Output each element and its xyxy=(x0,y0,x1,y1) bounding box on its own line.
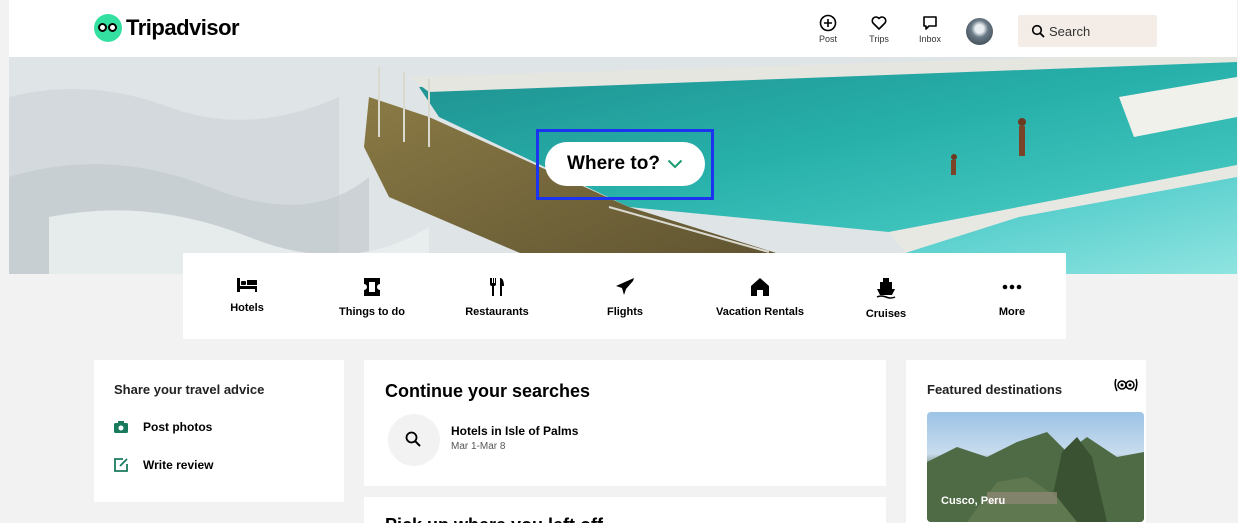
write-review-label: Write review xyxy=(143,458,214,472)
travelers-choice-badge-icon xyxy=(1114,378,1138,392)
edit-icon xyxy=(114,458,128,472)
category-bar: Hotels Things to do Restaurants Flights xyxy=(183,253,1066,339)
category-cruises[interactable]: Cruises xyxy=(821,277,951,320)
heart-icon xyxy=(871,16,887,30)
tripadvisor-logo[interactable]: Tripadvisor xyxy=(94,14,240,42)
post-photos-label: Post photos xyxy=(143,420,213,434)
brand-name: Tripadvisor xyxy=(126,15,240,40)
where-to-button[interactable]: Where to? xyxy=(545,142,705,186)
share-title: Share your travel advice xyxy=(114,382,265,397)
write-review-link[interactable]: Write review xyxy=(114,458,213,472)
category-flights-label: Flights xyxy=(606,306,644,318)
where-to-label: Where to? xyxy=(567,153,660,174)
top-header: Tripadvisor Post Trips Inbox Search xyxy=(9,0,1237,57)
featured-title: Featured destinations xyxy=(927,382,1063,397)
recent-search-title[interactable]: Hotels in Isle of Palms xyxy=(451,424,578,438)
search-icon xyxy=(1031,24,1045,38)
page: Tripadvisor Post Trips Inbox Search Wher… xyxy=(9,0,1237,523)
fork-knife-icon xyxy=(490,278,504,296)
recent-search-dates: Mar 1-Mar 8 xyxy=(451,441,506,452)
nav-post-label: Post xyxy=(818,34,837,44)
ticket-icon xyxy=(364,278,380,296)
category-things-to-do-label: Things to do xyxy=(339,306,405,318)
category-hotels[interactable]: Hotels xyxy=(182,277,312,314)
post-photos-link[interactable]: Post photos xyxy=(114,420,212,434)
destination-caption: Cusco, Peru xyxy=(941,495,1006,507)
category-more[interactable]: More xyxy=(947,277,1077,318)
pick-up-title: Pick up where you left off xyxy=(385,515,603,523)
category-cruises-label: Cruises xyxy=(865,308,907,320)
nav-trips[interactable]: Trips xyxy=(859,14,899,44)
search-placeholder: Search xyxy=(1049,24,1091,39)
plus-circle-icon xyxy=(819,14,837,32)
nav-inbox-label: Inbox xyxy=(918,34,942,44)
category-hotels-label: Hotels xyxy=(230,302,264,314)
search-icon xyxy=(405,431,421,447)
continue-title: Continue your searches xyxy=(385,381,591,401)
chevron-down-icon xyxy=(667,159,683,169)
message-icon xyxy=(923,16,937,30)
nav-trips-label: Trips xyxy=(869,34,889,44)
featured-destinations-card: Featured destinations Cusco, Peru xyxy=(906,360,1146,523)
house-icon xyxy=(751,278,769,296)
share-advice-card: Share your travel advice Post photos Wri… xyxy=(94,360,344,502)
owl-logo-icon xyxy=(94,14,122,42)
category-vacation-rentals[interactable]: Vacation Rentals xyxy=(695,277,825,318)
category-restaurants-label: Restaurants xyxy=(465,306,529,318)
nav-inbox[interactable]: Inbox xyxy=(910,14,950,44)
search-box[interactable]: Search xyxy=(1018,15,1157,47)
avatar[interactable] xyxy=(966,18,993,45)
pick-up-card: Pick up where you left off xyxy=(364,497,886,523)
camera-icon xyxy=(114,421,128,433)
destination-photo[interactable]: Cusco, Peru xyxy=(927,412,1144,522)
category-things-to-do[interactable]: Things to do xyxy=(307,277,437,318)
plane-icon xyxy=(616,278,634,295)
continue-searches-card: Continue your searches Hotels in Isle of… xyxy=(364,360,886,486)
more-dots-icon xyxy=(1002,284,1022,290)
category-vacation-rentals-label: Vacation Rentals xyxy=(715,306,805,318)
recent-search-icon-circle[interactable] xyxy=(388,414,440,466)
category-restaurants[interactable]: Restaurants xyxy=(432,277,562,318)
category-flights[interactable]: Flights xyxy=(560,277,690,318)
nav-post[interactable]: Post xyxy=(808,14,848,44)
ship-icon xyxy=(876,278,896,299)
bed-icon xyxy=(237,278,257,292)
category-more-label: More xyxy=(998,306,1026,318)
